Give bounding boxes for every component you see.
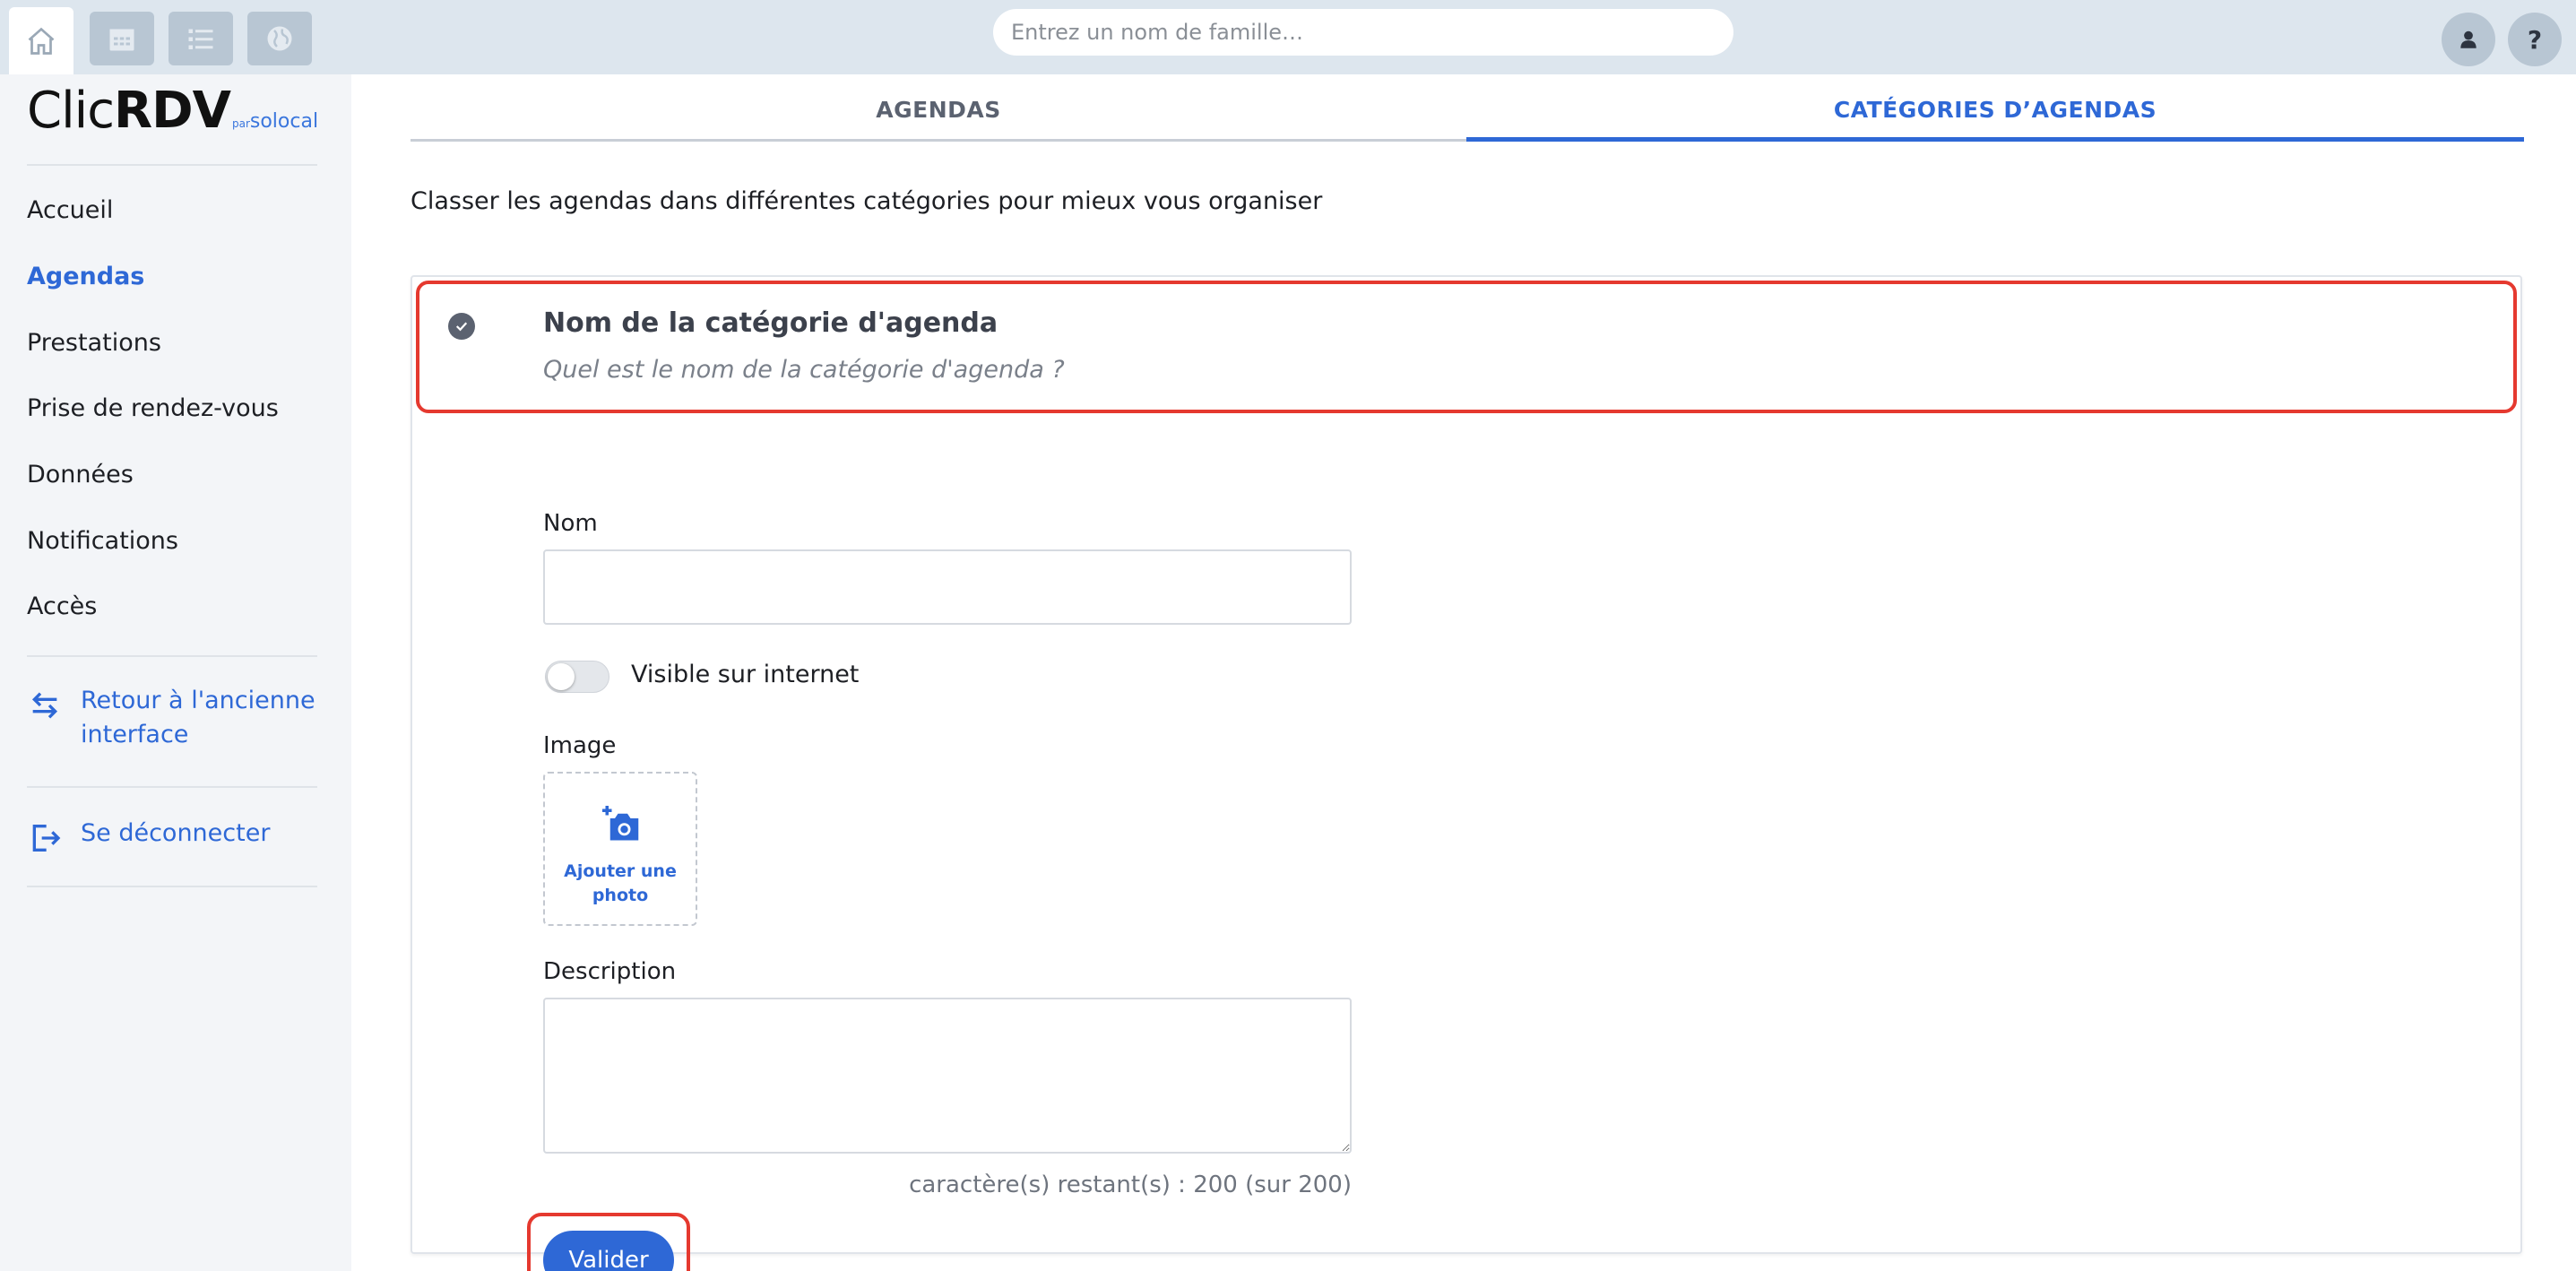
globe-button[interactable]: [247, 12, 312, 65]
form-title: Nom de la catégorie d'agenda: [543, 307, 998, 339]
home-icon: [28, 27, 55, 55]
logo-text-bold: RDV: [114, 82, 231, 140]
intro-text: Classer les agendas dans différentes cat…: [411, 187, 1323, 215]
visible-label: Visible sur internet: [631, 661, 860, 688]
category-form-card: Nom de la catégorie d'agenda Quel est le…: [411, 275, 2522, 1271]
submit-highlight: Valider: [527, 1213, 690, 1271]
add-photo-icon: [602, 806, 639, 841]
back-link-line2: interface: [81, 721, 189, 748]
list-icon: [188, 29, 213, 49]
top-bar: ?: [0, 0, 2576, 74]
globe-icon: [267, 26, 292, 51]
list-button[interactable]: [169, 12, 233, 65]
sidebar-item-accueil[interactable]: Accueil: [27, 196, 113, 224]
add-photo-label: Ajouter une photo: [545, 860, 696, 908]
help-button[interactable]: ?: [2508, 13, 2562, 66]
sidebar-divider: [27, 886, 317, 887]
logo-text-light: Clic: [27, 82, 115, 140]
nom-input[interactable]: [543, 549, 1352, 625]
logo-par: par: [231, 117, 250, 130]
sidebar-item-acces[interactable]: Accès: [27, 592, 97, 620]
sidebar-divider: [27, 164, 317, 166]
add-photo-line1: Ajouter une: [564, 861, 677, 881]
back-to-old-interface-link[interactable]: Retour à l'ancienne interface: [27, 684, 316, 752]
swap-arrows-icon: [31, 692, 58, 719]
nom-label: Nom: [543, 510, 598, 537]
calendar-icon: [109, 29, 134, 51]
user-icon: [2460, 30, 2477, 48]
tab-agendas[interactable]: AGENDAS: [411, 97, 1466, 142]
sidebar-divider: [27, 786, 317, 788]
help-label: ?: [2527, 24, 2543, 55]
valider-button[interactable]: Valider: [543, 1231, 674, 1271]
search-input[interactable]: [1011, 20, 1733, 45]
sidebar: ClicRDV parsolocal Accueil Agendas Presta…: [0, 74, 351, 1271]
tab-categories-agendas[interactable]: CATÉGORIES D’AGENDAS: [1466, 97, 2524, 142]
home-button[interactable]: [9, 7, 73, 74]
back-link-line1: Retour à l'ancienne: [81, 687, 316, 714]
description-label: Description: [543, 958, 677, 985]
sidebar-item-prise-de-rendez-vous[interactable]: Prise de rendez-vous: [27, 394, 279, 422]
logout-icon: [32, 825, 61, 852]
form-header-highlight: Nom de la catégorie d'agenda Quel est le…: [416, 281, 2517, 413]
logo: ClicRDV parsolocal: [27, 82, 318, 140]
image-label: Image: [543, 732, 617, 759]
add-photo-button[interactable]: Ajouter une photo: [543, 772, 697, 926]
description-textarea[interactable]: [543, 998, 1352, 1154]
form-subtitle: Quel est le nom de la catégorie d'agenda…: [543, 356, 1065, 384]
toggle-knob: [548, 663, 575, 690]
logout-link[interactable]: Se déconnecter: [27, 817, 270, 856]
visible-toggle[interactable]: [545, 661, 609, 693]
account-button[interactable]: [2442, 13, 2495, 66]
sidebar-divider: [27, 655, 317, 657]
sidebar-item-agendas[interactable]: Agendas: [27, 263, 144, 290]
logout-label: Se déconnecter: [81, 819, 271, 847]
sidebar-item-donnees[interactable]: Données: [27, 461, 134, 489]
main-content: AGENDAS CATÉGORIES D’AGENDAS Classer les…: [351, 74, 2576, 1271]
logo-solocal: solocal: [249, 110, 319, 133]
sidebar-item-prestations[interactable]: Prestations: [27, 329, 161, 357]
check-circle-icon: [448, 313, 475, 340]
sidebar-item-notifications[interactable]: Notifications: [27, 527, 178, 555]
add-photo-line2: photo: [592, 886, 649, 905]
search-bar: [993, 9, 1733, 56]
calendar-button[interactable]: [90, 12, 154, 65]
char-counter: caractère(s) restant(s) : 200 (sur 200): [909, 1172, 1352, 1198]
